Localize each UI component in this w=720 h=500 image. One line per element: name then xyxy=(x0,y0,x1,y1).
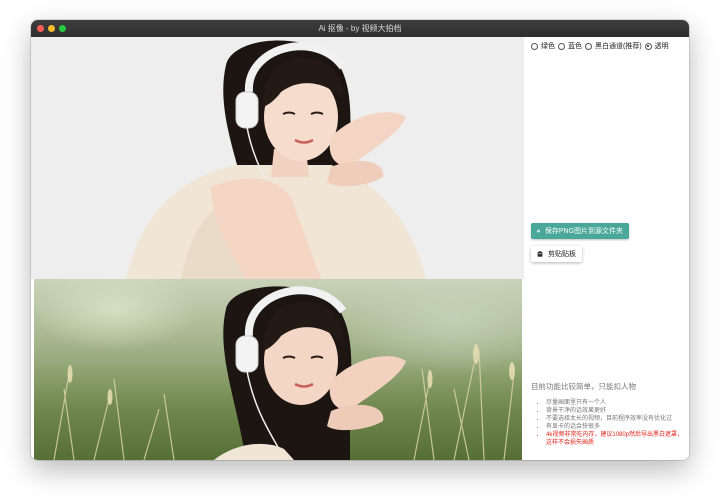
cutout-preview-image xyxy=(31,37,524,279)
control-panel: 绿色 蓝色 黑白通道(推荐) 透明 保存PNG图片到源文件夹 剪贴贴板 目前功能… xyxy=(524,37,689,460)
tip-item: 有显卡的话会快很多 xyxy=(546,423,684,431)
option-blue[interactable]: 蓝色 xyxy=(558,41,582,51)
option-bw-channel[interactable]: 黑白通道(推荐) xyxy=(585,41,642,51)
option-green[interactable]: 绿色 xyxy=(531,41,555,51)
tip-item: 不要选择太长的视频，目前程序效率没有优化过 xyxy=(546,415,684,423)
tip-item: 背景干净的话效果更好 xyxy=(546,407,684,415)
background-options: 绿色 蓝色 黑白通道(推荐) 透明 xyxy=(531,41,672,51)
save-png-label: 保存PNG图片到源文件夹 xyxy=(544,228,623,235)
title-bar: Ai 抠像 - by 视频大拍档 xyxy=(31,20,689,37)
copy-clipboard-label: 剪贴贴板 xyxy=(548,251,576,258)
tip-item: 尽量画面里只有一个人 xyxy=(546,399,684,407)
option-transparent[interactable]: 透明 xyxy=(644,41,669,51)
option-blue-label: 蓝色 xyxy=(568,43,582,50)
radio-transparent[interactable] xyxy=(644,42,652,50)
radio-blue[interactable] xyxy=(558,42,565,50)
option-bw-channel-label: 黑白通道(推荐) xyxy=(595,43,642,50)
tips-list: 尽量画面里只有一个人 背景干净的话效果更好 不要选择太长的视频，目前程序效率没有… xyxy=(532,399,684,447)
tip-item-warning: 4k视频非常吃内存，建议1080p然后导出黑白遮罩，这样不会损失画质 xyxy=(546,431,684,447)
copy-clipboard-button[interactable]: 剪贴贴板 xyxy=(531,246,582,262)
app-window: Ai 抠像 - by 视频大拍档 绿色 蓝色 黑白通道(推荐) 透明 保存PNG… xyxy=(31,20,689,460)
minimize-window-button[interactable] xyxy=(48,25,55,32)
option-green-label: 绿色 xyxy=(541,43,555,50)
maximize-window-button[interactable] xyxy=(59,25,66,32)
radio-green[interactable] xyxy=(531,42,538,50)
original-preview-image xyxy=(34,279,522,460)
radio-bw-channel[interactable] xyxy=(585,42,592,50)
info-title: 目前功能比较简单，只能扣人物 xyxy=(531,382,636,391)
window-title: Ai 抠像 - by 视频大拍档 xyxy=(318,24,402,33)
save-png-button[interactable]: 保存PNG图片到源文件夹 xyxy=(531,223,629,239)
preview-area xyxy=(31,37,524,460)
floppy-disk-icon xyxy=(537,229,540,233)
close-window-button[interactable] xyxy=(37,25,44,32)
option-transparent-label: 透明 xyxy=(654,43,669,50)
clipboard-icon xyxy=(537,251,543,257)
